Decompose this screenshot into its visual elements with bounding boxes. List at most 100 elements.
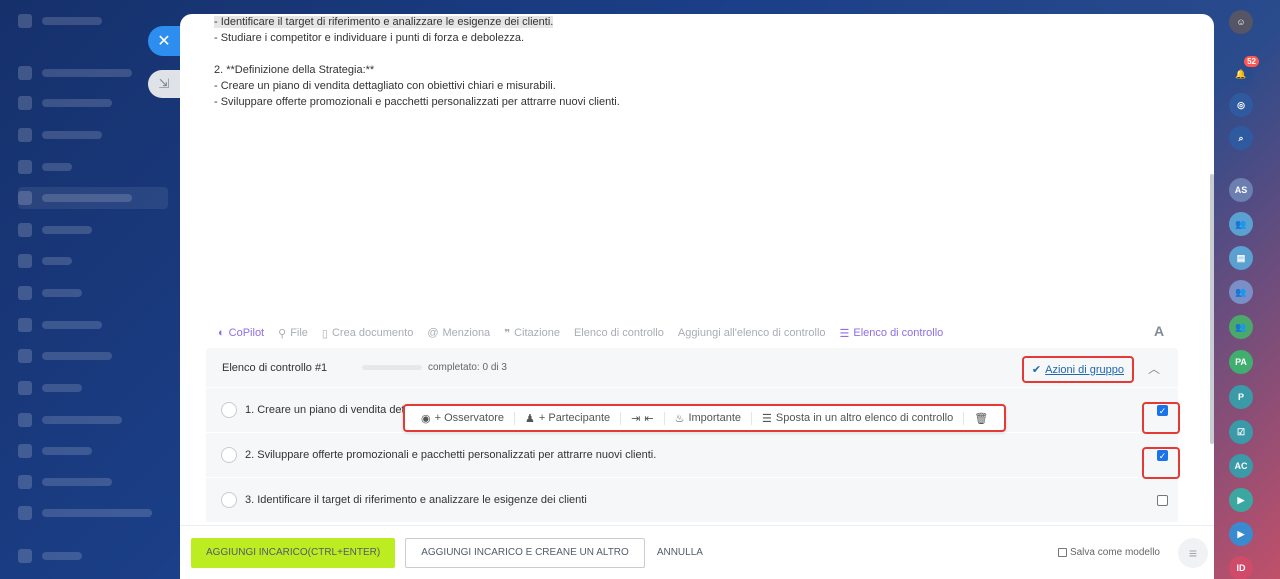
indent-icon[interactable]: ⇥ <box>631 412 640 425</box>
checklist: Elenco di controllo #1 completato: 0 di … <box>206 348 1180 523</box>
close-panel-button[interactable]: ✕ <box>148 26 180 56</box>
document-icon: ▯ <box>321 327 328 340</box>
checklist-active-button[interactable]: ☰ Elenco di controllo <box>840 327 944 340</box>
item-actions-toolbar: ◉ + Osservatore ♟ + Partecipante ⇥ ⇤ ♨ Impor… <box>403 404 1007 432</box>
bg-sidebar-item <box>18 187 168 209</box>
mention-button[interactable]: @ Menziona <box>427 327 490 339</box>
group-chat-icon[interactable]: 👥 <box>1229 315 1253 339</box>
bg-sidebar-item <box>18 345 168 367</box>
highlight-box <box>1142 402 1180 434</box>
add-observer-button[interactable]: ◉ + Osservatore <box>411 411 515 425</box>
editor-line: - Sviluppare offerte promozionali e pacc… <box>214 96 620 108</box>
minimize-panel-button[interactable]: ⇲ <box>148 70 180 98</box>
chat-icon[interactable]: ▤ <box>1229 246 1253 270</box>
check-icon: ✔ <box>1031 364 1042 376</box>
chevron-up-icon[interactable]: ︿ <box>1148 360 1160 377</box>
create-document-button[interactable]: ▯ Crea documento <box>322 327 413 340</box>
checklist-item[interactable]: 2. Sviluppare offerte promozionali e pac… <box>206 433 1178 478</box>
contact-avatar[interactable]: P <box>1229 385 1253 409</box>
add-participant-button[interactable]: ♟ + Partecipante <box>515 411 622 425</box>
checklist-item-label[interactable]: 1. Creare un piano di vendita detta <box>245 404 414 416</box>
menu-icon[interactable]: ≡ <box>1178 538 1208 568</box>
close-icon: ✕ <box>157 33 171 50</box>
contact-avatar[interactable]: AC <box>1229 454 1253 478</box>
task-panel: - Identificare il target di riferimento … <box>180 14 1214 579</box>
checklist-button[interactable]: Elenco di controllo <box>574 327 664 339</box>
bg-sidebar-item <box>18 409 168 431</box>
bg-sidebar-item <box>18 377 168 399</box>
checklist-progress-bar <box>362 365 422 370</box>
save-template-option[interactable]: Salva come modello <box>1057 547 1160 558</box>
bg-sidebar-item <box>18 250 168 272</box>
checklist-title[interactable]: Elenco di controllo #1 <box>222 362 362 374</box>
scrollbar[interactable] <box>1210 174 1214 444</box>
tasks-icon[interactable]: ☑ <box>1229 420 1253 444</box>
add-and-create-button[interactable]: AGGIUNGI INCARICO E CREANE UN ALTRO <box>405 537 645 568</box>
group-chat-icon[interactable]: 👥 <box>1229 280 1253 304</box>
complete-item-toggle[interactable] <box>221 402 237 418</box>
contact-avatar[interactable]: PA <box>1229 350 1253 374</box>
delete-button[interactable]: 🗑 <box>964 412 998 425</box>
right-rail: ☺ 🔔 52 ◎ ⌕ AS 👥 ▤ 👥 👥 PA P ☑ AC ▶ ▶ ID <box>1214 0 1280 579</box>
selected-text: - Identificare il target di riferimento … <box>214 16 554 28</box>
item-select-checkbox[interactable] <box>1157 494 1168 506</box>
bg-sidebar-item <box>18 62 168 84</box>
checklist-header: Elenco di controllo #1 completato: 0 di … <box>206 348 1178 388</box>
at-icon: @ <box>427 327 439 339</box>
contact-avatar[interactable]: AS <box>1229 178 1253 202</box>
checklist-item-label[interactable]: 2. Sviluppare offerte promozionali e pac… <box>245 449 656 461</box>
bg-sidebar-item <box>18 156 168 178</box>
bg-sidebar-item <box>18 545 168 567</box>
search-icon[interactable]: ⌕ <box>1229 126 1253 150</box>
checklist-progress-text: completato: 0 di 3 <box>428 362 507 373</box>
quote-icon: ❞ <box>504 327 511 340</box>
add-task-button[interactable]: AGGIUNGI INCARICO(CTRL+ENTER) <box>191 537 396 568</box>
contact-avatar[interactable]: ID <box>1229 556 1253 579</box>
video-call-icon[interactable]: ▶ <box>1229 522 1253 546</box>
bg-sidebar-item <box>18 502 168 524</box>
trash-icon: 🗑 <box>974 412 989 425</box>
video-call-icon[interactable]: ▶ <box>1229 488 1253 512</box>
important-button[interactable]: ♨ Importante <box>665 411 753 425</box>
indent-buttons: ⇥ ⇤ <box>621 411 665 425</box>
text-format-button[interactable]: A <box>1154 323 1164 339</box>
file-button[interactable]: ⚲ File <box>278 327 308 340</box>
editor-line: - Creare un piano di vendita dettagliato… <box>214 80 556 92</box>
bg-sidebar-item <box>18 124 168 146</box>
move-to-checklist-button[interactable]: ☰ Sposta in un altro elenco di controllo <box>752 411 965 425</box>
group-chat-icon[interactable]: 👥 <box>1229 212 1253 236</box>
notifications-button[interactable]: 🔔 52 <box>1229 56 1259 86</box>
person-icon: ♟ <box>525 412 535 425</box>
outdent-icon[interactable]: ⇤ <box>644 412 653 425</box>
add-to-checklist-button[interactable]: Aggiungi all'elenco di controllo <box>678 327 826 339</box>
checklist-icon: ☰ <box>839 327 850 340</box>
quote-button[interactable]: ❞ Citazione <box>504 327 560 340</box>
user-avatar[interactable]: ☺ <box>1229 10 1253 34</box>
checklist-item-label[interactable]: 3. Identificare il target di riferimento… <box>245 494 587 506</box>
copilot-button[interactable]: ◐ CoPilot <box>218 327 264 339</box>
footer: AGGIUNGI INCARICO(CTRL+ENTER) AGGIUNGI I… <box>180 525 1214 579</box>
task-description-editor[interactable]: - Identificare il target di riferimento … <box>214 14 1174 110</box>
bg-sidebar-item <box>18 440 168 462</box>
complete-item-toggle[interactable] <box>221 447 237 463</box>
bg-sidebar-item <box>18 10 168 32</box>
checklist-item[interactable]: 3. Identificare il target di riferimento… <box>206 478 1178 523</box>
group-actions-button[interactable]: ✔ Azioni di gruppo <box>1021 356 1134 383</box>
bg-sidebar-item <box>18 314 168 336</box>
list-icon: ☰ <box>762 412 772 425</box>
eye-icon: ◉ <box>421 412 431 425</box>
complete-item-toggle[interactable] <box>221 492 237 508</box>
editor-line: 2. **Definizione della Strategia:** <box>214 64 375 76</box>
activity-icon[interactable]: ◎ <box>1229 93 1253 117</box>
bell-icon: 🔔 <box>1235 68 1247 79</box>
flame-icon: ♨ <box>674 412 685 425</box>
paperclip-icon: ⚲ <box>278 327 287 340</box>
cancel-button[interactable]: ANNULLA <box>655 547 705 558</box>
bg-sidebar-item <box>18 471 168 493</box>
bg-sidebar-item <box>18 219 168 241</box>
editor-line: - Studiare i competitor e individuare i … <box>214 32 525 44</box>
save-template-checkbox[interactable] <box>1057 548 1067 557</box>
notifications-badge: 52 <box>1244 56 1259 67</box>
highlight-box <box>1142 447 1180 479</box>
